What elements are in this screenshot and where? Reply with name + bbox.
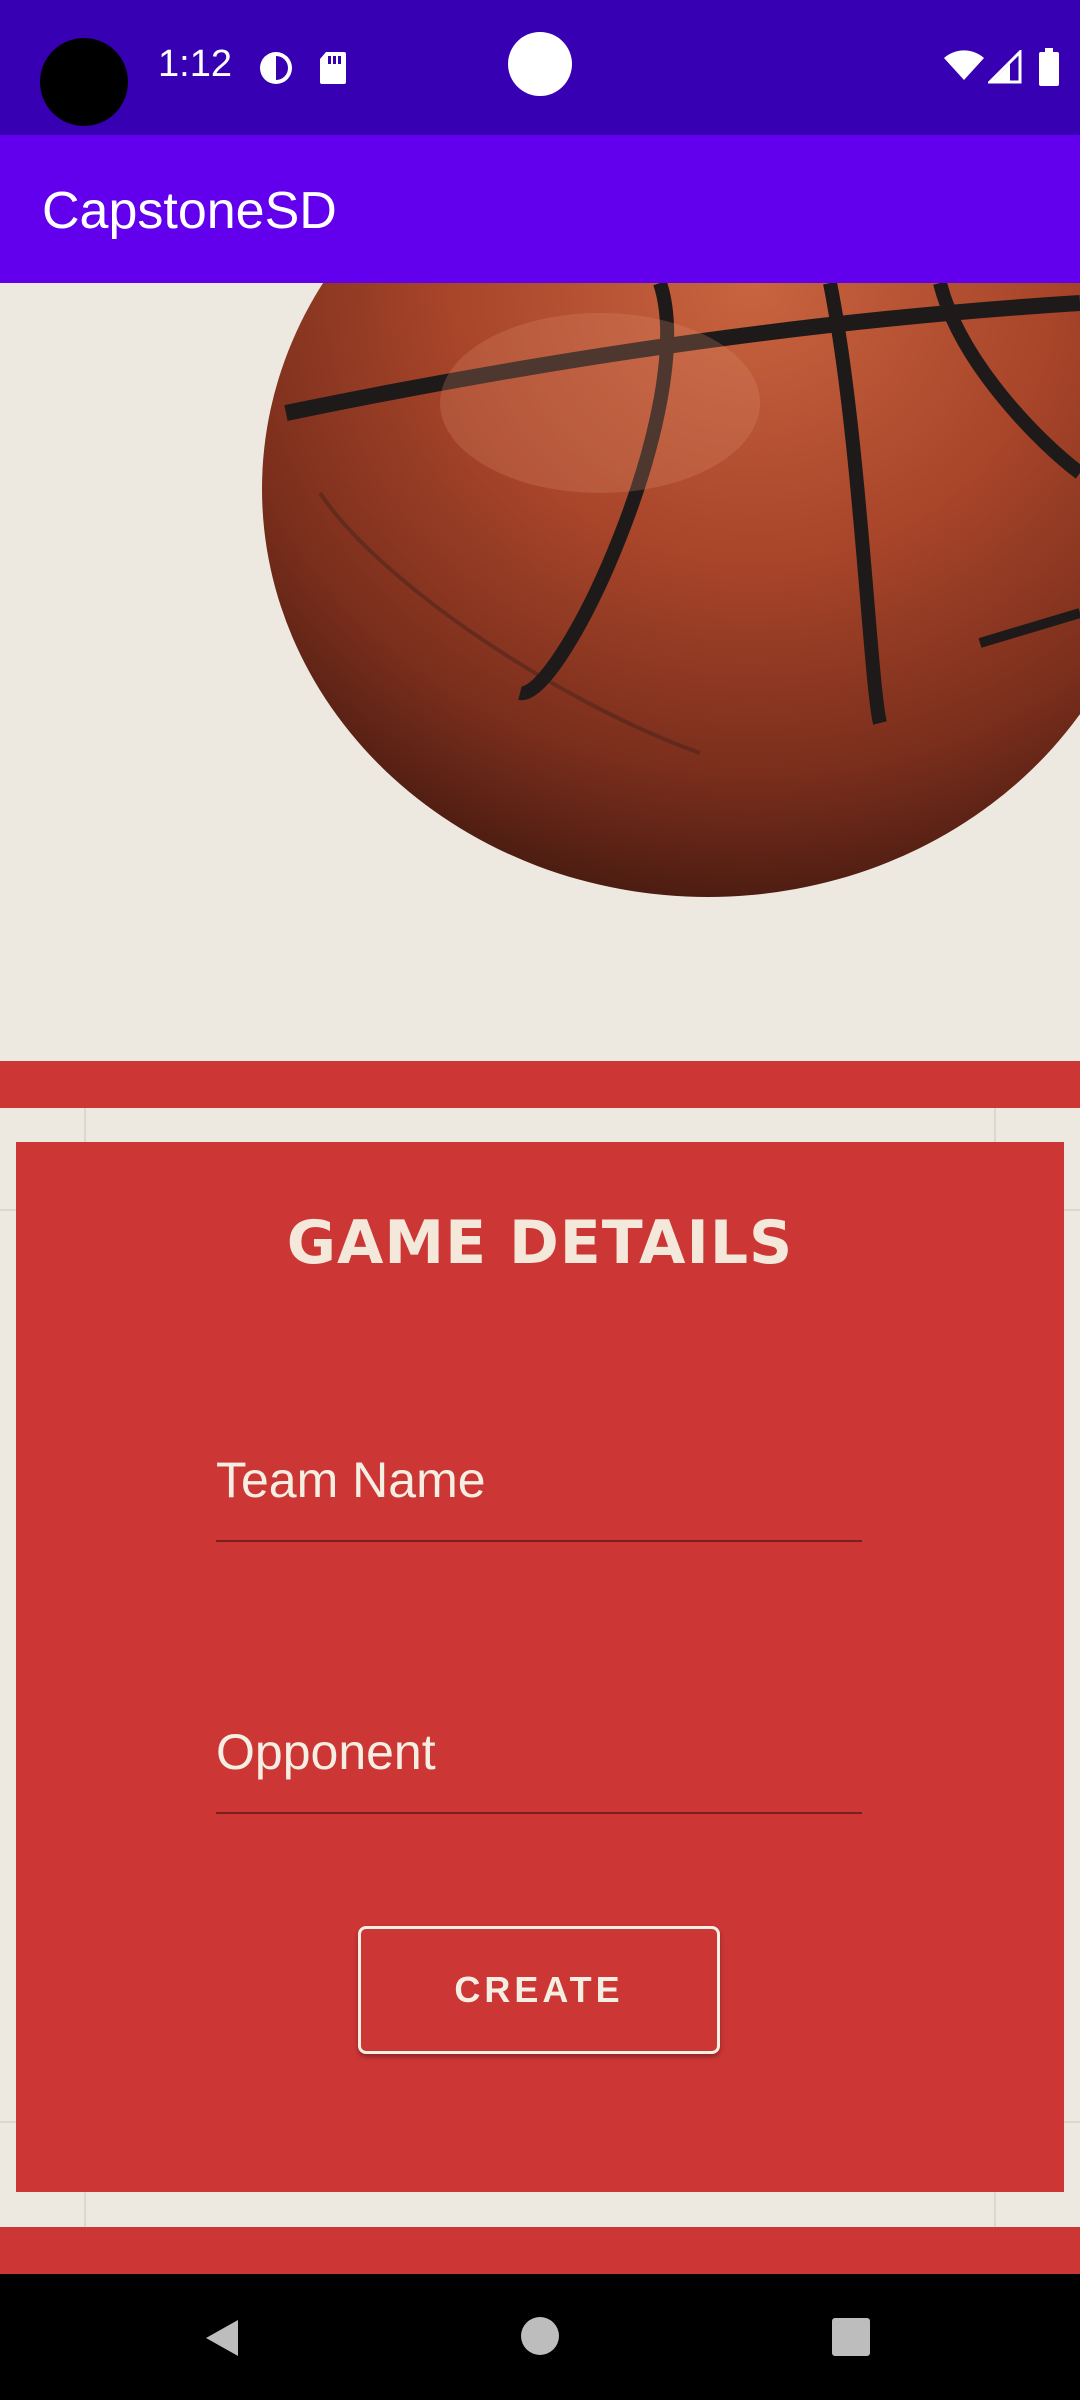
court-stripe-top (0, 1061, 1080, 1108)
court-line (1064, 1209, 1080, 1211)
wifi-icon (944, 50, 984, 80)
navigation-bar (0, 2274, 1080, 2400)
camera-cutout (40, 38, 128, 126)
sd-card-icon (320, 52, 346, 84)
court-stripe-bottom (0, 2227, 1080, 2274)
app-bar: CapstoneSD (0, 135, 1080, 283)
hero-banner (0, 283, 1080, 1061)
home-icon[interactable] (518, 2314, 562, 2358)
recents-icon[interactable] (830, 2316, 872, 2358)
team-name-underline (216, 1540, 862, 1542)
screen: 1:12 CapstoneSD GAME DETAILS Team Name O… (0, 0, 1080, 2400)
court-line (1064, 2121, 1080, 2123)
data-saver-icon (260, 52, 292, 84)
back-icon[interactable] (200, 2314, 248, 2362)
court-line (0, 1209, 16, 1211)
court-line (0, 2121, 16, 2123)
battery-icon (1039, 48, 1059, 86)
opponent-underline (216, 1812, 862, 1814)
front-camera-dot (508, 32, 572, 96)
opponent-field (216, 1694, 862, 1814)
team-name-field (216, 1422, 862, 1542)
opponent-input[interactable] (216, 1694, 862, 1810)
game-details-card: GAME DETAILS CREATE (16, 1142, 1064, 2192)
game-details-title: GAME DETAILS (286, 1208, 794, 1278)
team-name-input[interactable] (216, 1422, 862, 1538)
create-button[interactable]: CREATE (358, 1926, 720, 2054)
status-bar: 1:12 (0, 0, 1080, 135)
status-time: 1:12 (158, 43, 232, 85)
basketball-image (262, 283, 1080, 897)
app-title: CapstoneSD (42, 182, 337, 240)
signal-icon (988, 50, 1022, 84)
